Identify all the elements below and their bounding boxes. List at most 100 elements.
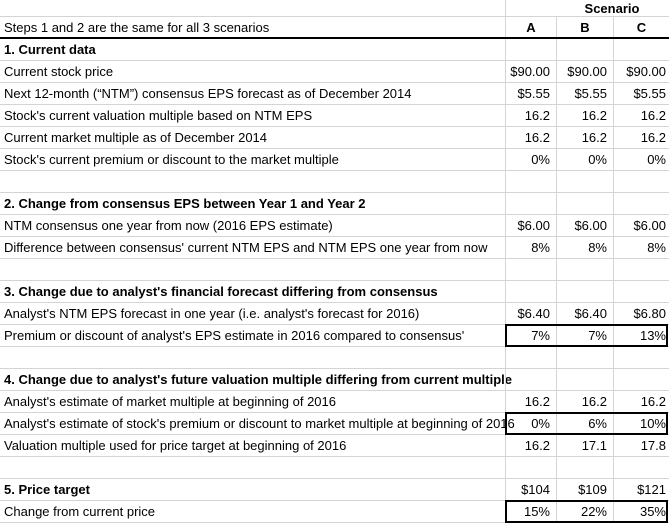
cell-c[interactable]: 16.2 [613,127,669,148]
column-header-b[interactable]: B [556,17,613,37]
cell[interactable] [505,347,556,368]
row-label[interactable]: Change from current price [0,501,505,522]
cell-b[interactable] [556,281,613,302]
row-label[interactable]: Difference between consensus' current NT… [0,237,505,258]
cell-c[interactable]: $5.55 [613,83,669,104]
column-header-c[interactable]: C [613,17,669,37]
cell-a[interactable]: 16.2 [505,105,556,126]
cell-b[interactable]: $109 [556,479,613,500]
cell-a[interactable]: $6.00 [505,215,556,236]
section-title[interactable]: 3. Change due to analyst's financial for… [0,281,505,302]
note-label[interactable]: Steps 1 and 2 are the same for all 3 sce… [0,17,505,37]
cell-c[interactable] [613,281,669,302]
cell-a[interactable]: $90.00 [505,61,556,82]
cell-a[interactable]: 0% [505,413,556,434]
cell-a[interactable]: 8% [505,237,556,258]
row-label[interactable]: Analyst's estimate of market multiple at… [0,391,505,412]
row-label[interactable]: Stock's current premium or discount to t… [0,149,505,170]
cell-b[interactable]: 17.1 [556,435,613,456]
cell-c[interactable]: 16.2 [613,391,669,412]
cell-b[interactable]: 16.2 [556,391,613,412]
cell-b[interactable]: $5.55 [556,83,613,104]
cell[interactable] [0,171,505,192]
cell-a[interactable] [505,369,556,390]
row-label[interactable]: Stock's current valuation multiple based… [0,105,505,126]
cell-b[interactable]: $6.40 [556,303,613,324]
cell-c[interactable]: 10% [613,413,669,434]
cell-b[interactable]: 7% [556,325,613,346]
row-label[interactable]: Premium or discount of analyst's EPS est… [0,325,505,346]
cell-a[interactable]: $6.40 [505,303,556,324]
cell-b[interactable] [556,193,613,214]
row-label[interactable]: NTM consensus one year from now (2016 EP… [0,215,505,236]
cell-c[interactable]: 35% [613,501,669,522]
section-title[interactable]: 1. Current data [0,39,505,60]
cell-a[interactable]: 0% [505,149,556,170]
cell[interactable] [613,259,669,280]
cell-c[interactable]: 8% [613,237,669,258]
section-header-row: 4. Change due to analyst's future valuat… [0,369,669,391]
cell-c[interactable]: $6.80 [613,303,669,324]
section-title[interactable]: 5. Price target [0,479,505,500]
cell-a[interactable]: 15% [505,501,556,522]
section-title[interactable]: 2. Change from consensus EPS between Yea… [0,193,505,214]
cell[interactable] [505,171,556,192]
table-row: NTM consensus one year from now (2016 EP… [0,215,669,237]
cell-c[interactable] [613,193,669,214]
cell-c[interactable]: $90.00 [613,61,669,82]
cell-c[interactable] [613,369,669,390]
cell-b[interactable]: 8% [556,237,613,258]
cell-a[interactable] [505,193,556,214]
scenario-header[interactable]: Scenario [556,0,668,17]
cell-b[interactable]: 22% [556,501,613,522]
cell[interactable] [505,0,556,16]
cell-c[interactable]: $121 [613,479,669,500]
cell-b[interactable]: 0% [556,149,613,170]
cell-b[interactable]: $90.00 [556,61,613,82]
cell[interactable] [505,457,556,478]
section-title[interactable]: 4. Change due to analyst's future valuat… [0,369,512,390]
row-label[interactable]: Current stock price [0,61,505,82]
cell-b[interactable]: 6% [556,413,613,434]
cell-c[interactable]: 13% [613,325,669,346]
cell[interactable] [556,171,613,192]
cell[interactable] [0,259,505,280]
table-row: Stock's current valuation multiple based… [0,105,669,127]
cell-a[interactable] [505,281,556,302]
cell-b[interactable]: 16.2 [556,127,613,148]
cell-a[interactable]: 7% [505,325,556,346]
cell-a[interactable]: 16.2 [505,127,556,148]
cell-b[interactable] [556,369,613,390]
cell-b[interactable] [556,39,613,60]
cell[interactable] [556,457,613,478]
cell[interactable] [0,347,505,368]
cell-c[interactable] [613,39,669,60]
table-row: Difference between consensus' current NT… [0,237,669,259]
cell[interactable] [0,457,505,478]
cell[interactable] [613,347,669,368]
column-header-a[interactable]: A [505,17,556,37]
cell-b[interactable]: $6.00 [556,215,613,236]
cell[interactable] [613,171,669,192]
cell[interactable] [613,457,669,478]
row-label[interactable]: Next 12-month (“NTM”) consensus EPS fore… [0,83,505,104]
cell-c[interactable]: 16.2 [613,105,669,126]
cell-c[interactable]: 17.8 [613,435,669,456]
cell-a[interactable]: $104 [505,479,556,500]
cell-a[interactable]: $5.55 [505,83,556,104]
cell-c[interactable]: $6.00 [613,215,669,236]
cell-b[interactable]: 16.2 [556,105,613,126]
row-label[interactable]: Analyst's estimate of stock's premium or… [0,413,515,434]
cell[interactable] [556,347,613,368]
cell[interactable] [505,259,556,280]
cell-a[interactable]: 16.2 [505,391,556,412]
cell-c[interactable]: 0% [613,149,669,170]
cell[interactable] [556,259,613,280]
row-label[interactable]: Analyst's NTM EPS forecast in one year (… [0,303,505,324]
cell-a[interactable] [505,39,556,60]
row-label[interactable]: Current market multiple as of December 2… [0,127,505,148]
spreadsheet: Scenario Steps 1 and 2 are the same for … [0,0,669,523]
cell-a[interactable]: 16.2 [505,435,556,456]
cell[interactable] [0,0,505,16]
row-label[interactable]: Valuation multiple used for price target… [0,435,505,456]
